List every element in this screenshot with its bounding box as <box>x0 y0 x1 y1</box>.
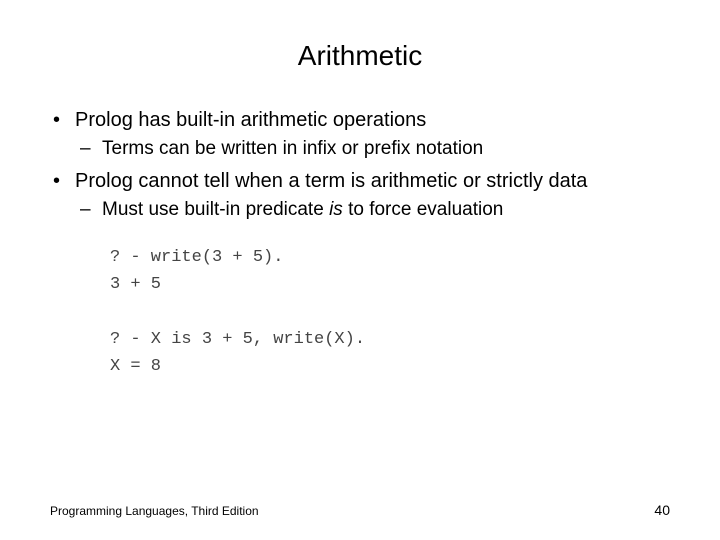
page-number: 40 <box>654 502 670 518</box>
bullet-level1: Prolog cannot tell when a term is arithm… <box>50 168 670 195</box>
bullet-level2: Must use built-in predicate is to force … <box>50 197 670 223</box>
slide-container: Arithmetic Prolog has built-in arithmeti… <box>0 0 720 540</box>
slide-footer: Programming Languages, Third Edition 40 <box>50 502 670 518</box>
content-area: Prolog has built-in arithmetic operation… <box>50 107 670 380</box>
bullet-level1: Prolog has built-in arithmetic operation… <box>50 107 670 134</box>
slide-title: Arithmetic <box>50 40 670 72</box>
bullet-level2: Terms can be written in infix or prefix … <box>50 136 670 162</box>
bullet-text-emphasis: is <box>329 199 343 220</box>
bullet-list: Prolog has built-in arithmetic operation… <box>50 107 670 222</box>
footer-text: Programming Languages, Third Edition <box>50 504 259 518</box>
bullet-text-pre: Must use built-in predicate <box>102 199 329 220</box>
bullet-text-post: to force evaluation <box>343 199 504 220</box>
code-example: ? - write(3 + 5). 3 + 5 ? - X is 3 + 5, … <box>110 244 670 380</box>
